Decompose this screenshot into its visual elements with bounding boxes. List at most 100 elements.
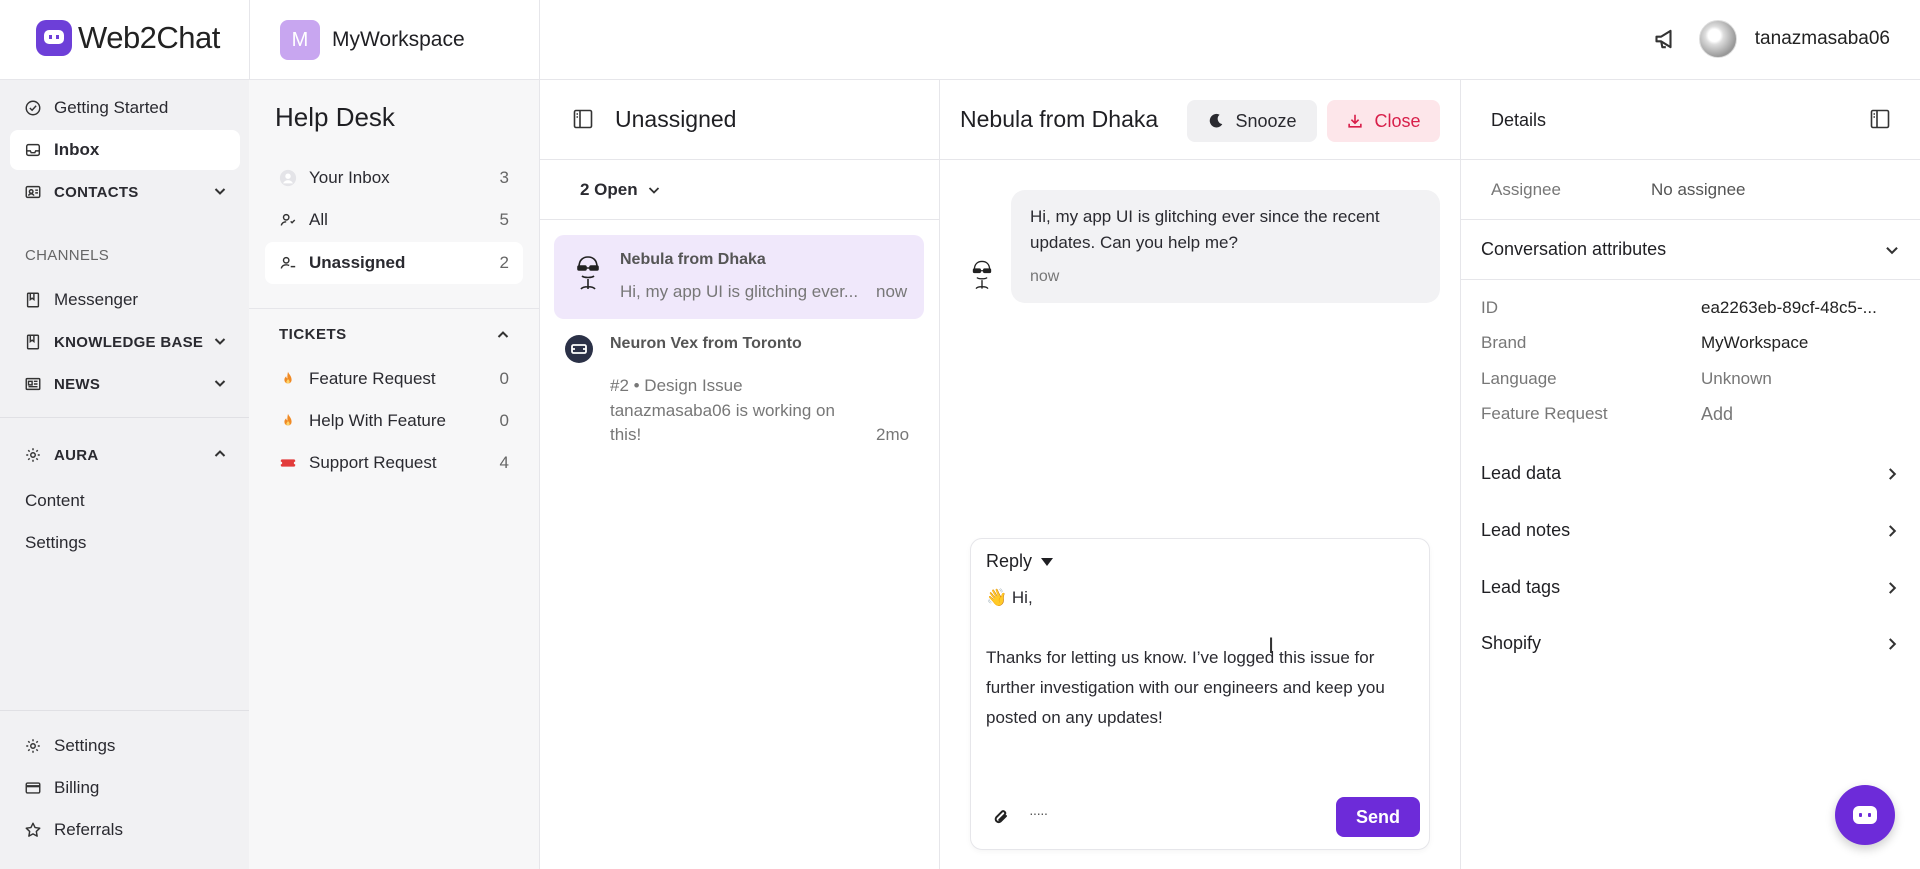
helpdesk-count: 5 xyxy=(499,210,509,229)
app-logo[interactable]: Web2Chat xyxy=(36,20,220,56)
message-bubble: Hi, my app UI is glitching ever since th… xyxy=(1011,190,1440,303)
chat-widget-button[interactable] xyxy=(1835,785,1895,845)
conversation-time: now xyxy=(876,282,908,301)
customer-avatar xyxy=(972,260,992,290)
nav-label: Settings xyxy=(54,736,116,755)
ticket-support-request[interactable]: Support Request 4 xyxy=(265,442,523,484)
nav-contacts[interactable]: CONTACTS xyxy=(10,172,240,212)
nav-news[interactable]: NEWS xyxy=(10,364,240,404)
helpdesk-count: 2 xyxy=(499,253,509,272)
section-lead-notes[interactable]: Lead notes xyxy=(1481,520,1901,541)
contact-card-icon xyxy=(25,185,41,199)
nav-referrals[interactable]: Referrals xyxy=(10,810,240,850)
conversation-ticket-info: #2 • Design Issue xyxy=(610,376,743,395)
helpdesk-your-inbox[interactable]: Your Inbox 3 xyxy=(265,157,523,199)
helpdesk-count: 3 xyxy=(499,168,509,187)
chevron-down-icon xyxy=(214,338,226,345)
status-filter-dropdown[interactable]: 2 Open xyxy=(580,180,662,200)
text-cursor-icon: I xyxy=(1268,633,1275,658)
nav-inbox[interactable]: Inbox xyxy=(10,130,240,170)
section-shopify[interactable]: Shopify xyxy=(1481,633,1901,654)
caret-down-icon xyxy=(1041,557,1054,566)
conversation-time: 2mo xyxy=(876,425,910,444)
attr-label: Brand xyxy=(1481,333,1527,352)
nav-aura-content[interactable]: Content xyxy=(25,491,85,511)
reply-composer[interactable]: Reply 👋 Hi, Thanks for letting us know. … xyxy=(970,538,1430,850)
attr-value: ea2263eb-89cf-48c5-... xyxy=(1701,298,1877,317)
message-time: now xyxy=(1030,268,1060,285)
ticket-feature-request[interactable]: Feature Request 0 xyxy=(265,358,523,400)
reply-input[interactable]: 👋 Hi, Thanks for letting us know. I’ve l… xyxy=(986,583,1406,733)
tickets-heading[interactable]: TICKETS xyxy=(279,326,347,343)
nav-settings[interactable]: Settings xyxy=(10,726,240,766)
user-minus-icon xyxy=(280,256,296,269)
username[interactable]: tanazmasaba06 xyxy=(1755,28,1890,50)
conversation-list-divider xyxy=(540,219,940,220)
chevron-down-icon xyxy=(214,188,226,195)
workspace-switcher[interactable]: M MyWorkspace xyxy=(249,0,540,80)
chevron-right-icon xyxy=(1889,468,1897,480)
nav-label: NEWS xyxy=(54,375,101,393)
chevron-up-icon xyxy=(214,450,226,457)
ticket-help-with-feature[interactable]: Help With Feature 0 xyxy=(265,400,523,442)
helpdesk-all[interactable]: All 5 xyxy=(265,199,523,241)
logo-icon xyxy=(36,20,72,56)
details-divider xyxy=(1461,279,1920,280)
section-label: Shopify xyxy=(1481,633,1542,653)
conversation-item[interactable]: Nebula from Dhaka Hi, my app UI is glitc… xyxy=(554,235,924,319)
nav-billing[interactable]: Billing xyxy=(10,768,240,808)
nav-label: KNOWLEDGE BASE xyxy=(54,333,204,351)
conversation-preview: tanazmasaba06 is working on xyxy=(610,401,835,420)
newspaper-icon xyxy=(25,377,41,391)
megaphone-icon[interactable] xyxy=(1653,25,1681,53)
snooze-button[interactable]: Snooze xyxy=(1187,100,1317,142)
book-icon xyxy=(26,292,40,308)
helpdesk-unassigned[interactable]: Unassigned 2 xyxy=(265,242,523,284)
nav-messenger[interactable]: Messenger xyxy=(10,280,240,320)
chevron-down-icon xyxy=(1886,247,1898,255)
conversation-preview: Hi, my app UI is glitching ever... xyxy=(620,282,859,301)
add-feature-request-link[interactable]: Add xyxy=(1701,404,1733,425)
workspace-name: MyWorkspace xyxy=(332,28,465,51)
close-label: Close xyxy=(1374,110,1421,131)
panel-toggle-icon[interactable] xyxy=(1869,108,1891,130)
section-lead-tags[interactable]: Lead tags xyxy=(1481,577,1901,598)
details-header: Details xyxy=(1461,80,1920,160)
gear-icon xyxy=(26,448,40,462)
chevron-up-icon[interactable] xyxy=(495,327,511,343)
reply-mode-dropdown[interactable]: Reply xyxy=(986,551,1054,572)
section-lead-data[interactable]: Lead data xyxy=(1481,463,1901,484)
nav-aura-settings[interactable]: Settings xyxy=(25,533,86,553)
section-label: Conversation attributes xyxy=(1481,239,1667,259)
nav-getting-started[interactable]: Getting Started xyxy=(10,88,240,128)
attr-label: ID xyxy=(1481,298,1498,317)
sidebar-toggle-icon[interactable] xyxy=(572,108,594,130)
helpdesk-label: All xyxy=(309,210,328,229)
nav-knowledge-base[interactable]: KNOWLEDGE BASE xyxy=(10,322,240,362)
paperclip-icon[interactable] xyxy=(991,807,1011,827)
conversation-name: Nebula from Dhaka xyxy=(620,251,766,268)
section-label: Lead tags xyxy=(1481,577,1561,597)
helpdesk-panel: Help Desk Your Inbox 3 All 5 Unassigned … xyxy=(249,80,540,869)
ticket-count: 0 xyxy=(499,369,509,388)
close-conversation-button[interactable]: Close xyxy=(1327,100,1440,142)
reply-mode-label: Reply xyxy=(986,551,1033,571)
check-circle-icon xyxy=(25,100,41,116)
nav-aura[interactable]: AURA xyxy=(10,435,240,475)
chevron-down-icon xyxy=(648,187,659,194)
nav-label: Billing xyxy=(54,778,100,797)
nav-label: Inbox xyxy=(54,140,100,159)
more-options-icon[interactable]: ····· xyxy=(1029,805,1048,821)
assignee-value[interactable]: No assignee xyxy=(1651,180,1746,200)
conversation-item[interactable]: Neuron Vex from Toronto #2 • Design Issu… xyxy=(554,322,924,452)
send-button[interactable]: Send xyxy=(1336,797,1420,837)
book-icon xyxy=(26,334,40,350)
channels-heading: CHANNELS xyxy=(25,247,110,264)
ticket-icon xyxy=(279,459,297,467)
conversation-list: Unassigned 2 Open Nebula from Dhaka Hi, … xyxy=(540,80,940,869)
avatar xyxy=(577,256,599,290)
top-bar: Web2Chat M MyWorkspace tanazmasaba06 xyxy=(0,0,1920,80)
conversation-attributes-toggle[interactable]: Conversation attributes xyxy=(1481,239,1901,260)
user-avatar[interactable] xyxy=(1698,20,1737,58)
chat-panel: Nebula from Dhaka Snooze Close Hi, my ap… xyxy=(940,80,1460,869)
